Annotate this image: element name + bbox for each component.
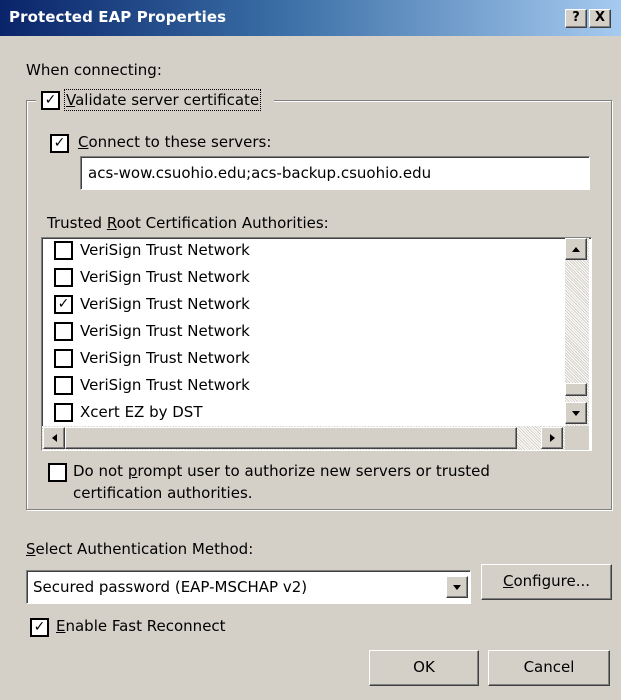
scroll-corner: [565, 426, 589, 450]
close-icon: X: [594, 10, 606, 25]
cancel-button-label: Cancel: [523, 658, 575, 676]
check-icon: ✓: [44, 92, 57, 108]
window-title: Protected EAP Properties: [9, 8, 227, 26]
when-connecting-label: When connecting:: [26, 61, 162, 79]
ok-button-label: OK: [413, 658, 435, 676]
ca-item-checkbox[interactable]: [54, 268, 73, 287]
trusted-root-label: Trusted Root Certification Authorities:: [47, 214, 329, 232]
servers-input-value: acs-wow.csuohio.edu;acs-backup.csuohio.e…: [88, 164, 432, 182]
cancel-button[interactable]: Cancel: [488, 650, 610, 686]
ca-list-item[interactable]: VeriSign Trust Network: [42, 372, 560, 399]
arrow-up-icon: [572, 247, 580, 252]
auth-method-value: Secured password (EAP-MSCHAP v2): [33, 578, 308, 596]
scroll-left-button[interactable]: [43, 427, 65, 449]
ca-item-checkbox[interactable]: [54, 376, 73, 395]
configure-button-label: onfigure...: [513, 572, 590, 590]
ca-list-item[interactable]: VeriSign Trust Network: [42, 264, 560, 291]
configure-button[interactable]: Configure...: [481, 564, 612, 600]
arrow-left-icon: [52, 434, 57, 442]
no-prompt-label-line1: Do not prompt user to authorize new serv…: [73, 462, 490, 480]
no-prompt-label-line2: certification authorities.: [73, 484, 253, 502]
fast-reconnect-checkbox[interactable]: ✓: [30, 618, 49, 637]
ca-item-label: VeriSign Trust Network: [80, 268, 250, 286]
scroll-right-button[interactable]: [541, 427, 563, 449]
ca-list-items: VeriSign Trust Network VeriSign Trust Net…: [42, 238, 560, 427]
scroll-up-button[interactable]: [565, 238, 587, 260]
ca-item-checkbox[interactable]: [54, 322, 73, 341]
auth-method-label: Select Authentication Method:: [26, 540, 254, 558]
eap-properties-dialog: Protected EAP Properties ? X When connec…: [0, 0, 621, 700]
fast-reconnect-label: Enable Fast Reconnect: [56, 617, 226, 635]
ca-item-label: VeriSign Trust Network: [80, 322, 250, 340]
title-bar[interactable]: Protected EAP Properties ? X: [0, 0, 621, 36]
no-prompt-checkbox[interactable]: [48, 463, 67, 482]
ca-item-checkbox[interactable]: [54, 349, 73, 368]
ca-item-checkbox[interactable]: [54, 403, 73, 422]
ca-item-label: VeriSign Trust Network: [80, 349, 250, 367]
check-icon: ✓: [53, 135, 66, 151]
ca-list-item[interactable]: VeriSign Trust Network: [42, 238, 560, 264]
auth-method-select[interactable]: Secured password (EAP-MSCHAP v2): [26, 570, 471, 604]
check-icon: ✓: [57, 296, 70, 312]
ca-item-checkbox[interactable]: ✓: [54, 295, 73, 314]
ca-list-item[interactable]: ✓ VeriSign Trust Network: [42, 291, 560, 318]
validate-cert-row[interactable]: ✓ Validate server certificate: [36, 88, 274, 112]
arrow-down-icon: [572, 411, 580, 416]
ca-item-label: Xcert EZ by DST: [80, 403, 203, 421]
connect-servers-checkbox[interactable]: ✓: [50, 134, 69, 153]
ca-item-label: VeriSign Trust Network: [80, 295, 250, 313]
ca-list-item[interactable]: VeriSign Trust Network: [42, 318, 560, 345]
help-button[interactable]: ?: [565, 9, 587, 28]
ca-item-label: VeriSign Trust Network: [80, 376, 250, 394]
check-icon: ✓: [33, 619, 46, 635]
chevron-down-icon: [453, 585, 461, 590]
connect-servers-label: Connect to these servers:: [78, 133, 272, 151]
validate-cert-checkbox[interactable]: ✓: [41, 91, 60, 110]
vertical-scroll-track[interactable]: [565, 238, 589, 428]
ca-list[interactable]: VeriSign Trust Network VeriSign Trust Net…: [41, 237, 592, 451]
ca-list-item[interactable]: VeriSign Trust Network: [42, 345, 560, 372]
close-button[interactable]: X: [589, 9, 611, 28]
help-icon: ?: [572, 10, 580, 25]
ca-list-item[interactable]: Xcert EZ by DST: [42, 399, 560, 426]
ca-item-checkbox[interactable]: [54, 241, 73, 260]
arrow-right-icon: [550, 434, 555, 442]
dropdown-button[interactable]: [446, 576, 468, 598]
servers-input[interactable]: acs-wow.csuohio.edu;acs-backup.csuohio.e…: [80, 156, 590, 190]
ca-item-label: VeriSign Trust Network: [80, 241, 250, 259]
scroll-down-button[interactable]: [565, 402, 587, 424]
validate-cert-label: Validate server certificate: [63, 89, 262, 111]
ok-button[interactable]: OK: [369, 650, 479, 686]
scroll-thumb[interactable]: [565, 383, 587, 396]
horizontal-scroll-thumb[interactable]: [65, 427, 517, 449]
